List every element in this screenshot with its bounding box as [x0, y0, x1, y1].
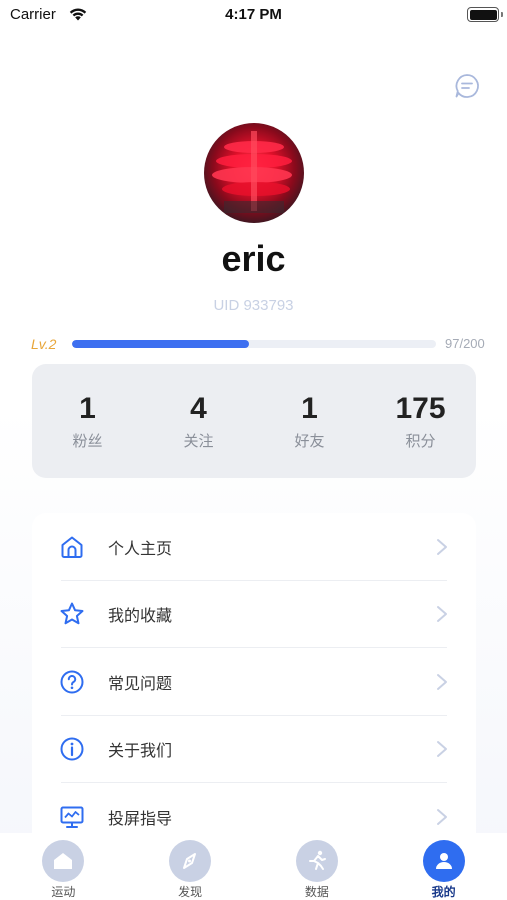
status-time: 4:17 PM — [225, 6, 282, 23]
avatar[interactable] — [204, 123, 304, 223]
level-progress-bar — [72, 340, 436, 348]
user-icon — [422, 840, 465, 882]
message-icon[interactable] — [453, 72, 481, 100]
stat-label: 好友 — [294, 432, 325, 450]
battery-tip — [501, 12, 503, 17]
chevron-right-icon — [437, 606, 447, 623]
stat-label: 关注 — [183, 432, 214, 450]
battery-icon — [467, 7, 499, 22]
chevron-right-icon — [437, 673, 447, 690]
menu-item-label: 我的收藏 — [108, 606, 173, 626]
stat-value: 175 — [395, 392, 446, 425]
stat-value: 4 — [190, 392, 207, 425]
menu-item-label: 个人主页 — [108, 538, 173, 558]
home-icon — [61, 536, 83, 558]
tab-mine[interactable]: 我的 — [380, 833, 507, 900]
stat-value: 1 — [79, 392, 96, 425]
info-icon — [60, 737, 84, 761]
tab-label: 我的 — [431, 885, 456, 899]
user-id: UID 933793 — [213, 297, 294, 314]
stat-label: 粉丝 — [72, 432, 103, 450]
tab-bar: 运动 发现 数据 我的 — [0, 833, 507, 900]
stat-label: 积分 — [405, 432, 436, 450]
running-icon — [295, 840, 338, 882]
stat-following[interactable]: 4 关注 — [143, 364, 254, 478]
level-progress-fill — [72, 340, 249, 348]
tab-label: 运动 — [51, 885, 76, 899]
tab-data[interactable]: 数据 — [254, 833, 381, 900]
compass-icon — [169, 840, 212, 882]
menu-item-label: 常见问题 — [108, 673, 173, 693]
stat-value: 1 — [301, 392, 318, 425]
menu-list: 个人主页 我的收藏 常见问题 关于我们 投屏指导 — [32, 513, 476, 853]
status-bar: Carrier 4:17 PM — [0, 0, 507, 30]
level-progress-text: 97/200 — [445, 336, 485, 351]
menu-item-label: 投屏指导 — [108, 808, 173, 828]
tab-label: 数据 — [304, 885, 329, 899]
stat-fans[interactable]: 1 粉丝 — [32, 364, 143, 478]
chevron-right-icon — [437, 538, 447, 555]
username: eric — [221, 238, 286, 279]
menu-item-faq[interactable]: 常见问题 — [32, 648, 476, 716]
stat-friends[interactable]: 1 好友 — [254, 364, 365, 478]
tab-label: 发现 — [178, 885, 203, 899]
level-badge: Lv.2 — [31, 336, 57, 352]
star-icon — [60, 602, 84, 625]
tab-discover[interactable]: 发现 — [127, 833, 254, 900]
tab-sport[interactable]: 运动 — [0, 833, 127, 900]
menu-item-homepage[interactable]: 个人主页 — [32, 513, 476, 581]
stats-panel: 1 粉丝 4 关注 1 好友 175 积分 — [32, 364, 476, 478]
avatar-image — [212, 131, 292, 213]
chevron-right-icon — [437, 808, 447, 825]
screen-cast-icon — [60, 806, 84, 828]
menu-item-about[interactable]: 关于我们 — [32, 716, 476, 783]
stat-points[interactable]: 175 积分 — [365, 364, 476, 478]
menu-item-favorites[interactable]: 我的收藏 — [32, 581, 476, 648]
chevron-right-icon — [437, 741, 447, 758]
menu-item-label: 关于我们 — [108, 741, 173, 761]
home-icon — [42, 840, 85, 882]
question-icon — [60, 670, 84, 694]
